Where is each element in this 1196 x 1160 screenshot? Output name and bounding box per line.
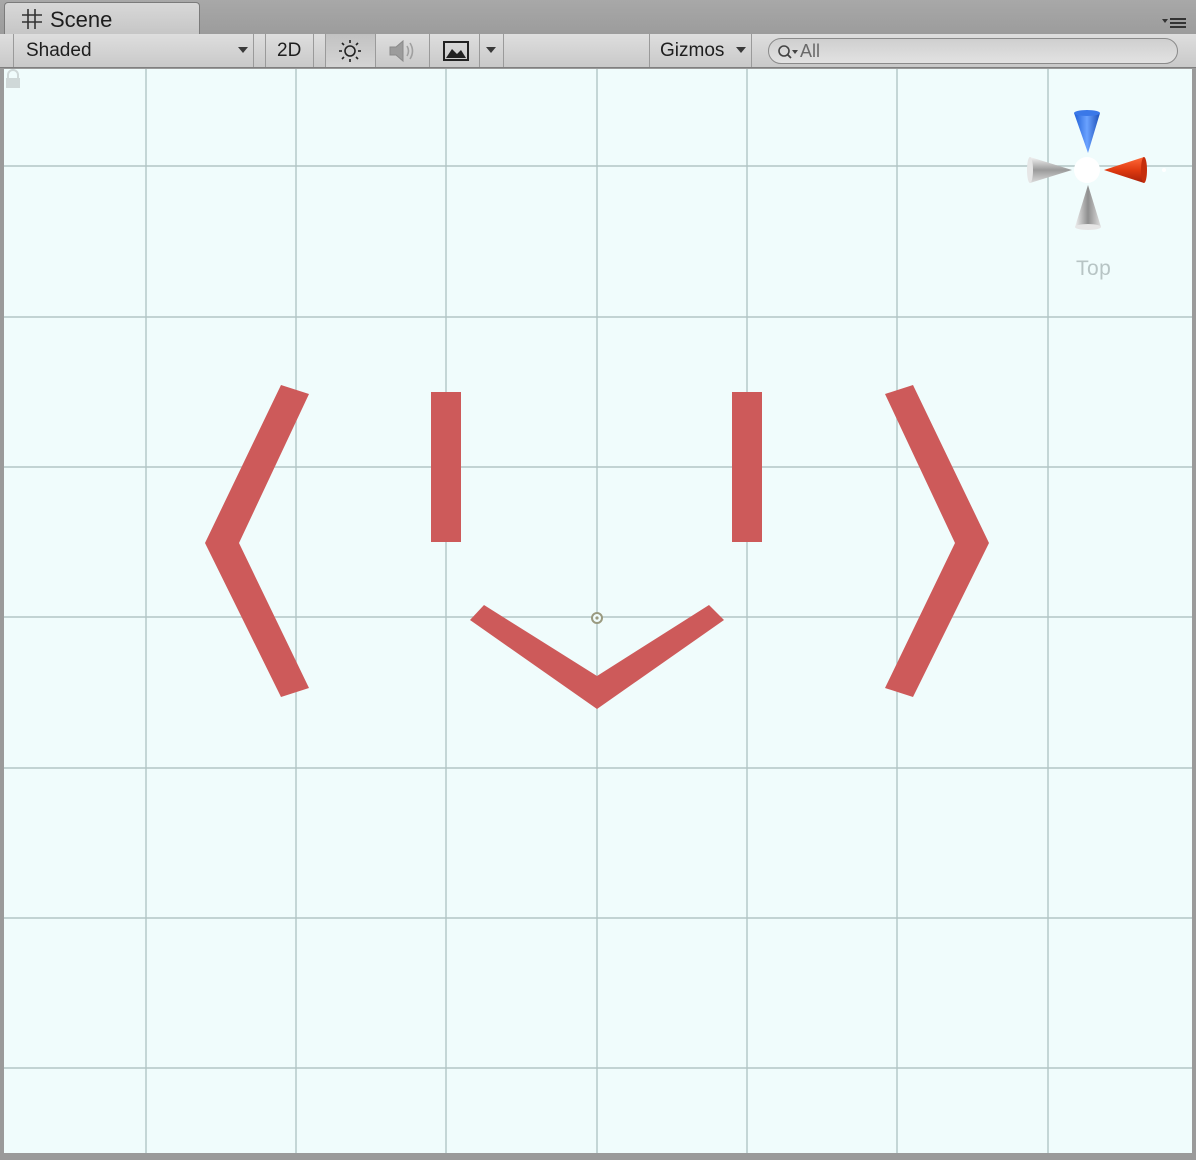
draw-mode-dropdown[interactable]: Shaded xyxy=(14,34,254,67)
right-eye-shape[interactable] xyxy=(732,392,762,542)
2d-label: 2D xyxy=(277,40,302,61)
chevron-down-icon xyxy=(736,47,746,53)
search-icon xyxy=(778,45,798,59)
pivot-icon xyxy=(591,612,603,624)
speaker-icon xyxy=(389,39,414,63)
view-orientation-label[interactable]: Top xyxy=(1076,257,1111,281)
scene-canvas xyxy=(4,69,1192,1153)
draw-mode-label: Shaded xyxy=(26,40,92,61)
gizmo-neg-x-cone[interactable] xyxy=(1030,157,1072,183)
audio-toggle-button[interactable] xyxy=(376,34,430,67)
scene-grid xyxy=(4,69,1192,1153)
tab-label: Scene xyxy=(50,7,113,32)
search-field[interactable] xyxy=(768,38,1178,64)
chevron-down-icon xyxy=(238,47,248,53)
scene-viewport[interactable]: Top xyxy=(4,69,1192,1153)
chevron-down-icon xyxy=(486,47,496,53)
lighting-toggle-button[interactable] xyxy=(326,34,376,67)
sun-icon xyxy=(339,40,361,62)
gizmo-y-axis-cone[interactable] xyxy=(1074,113,1100,153)
2d-toggle-button[interactable]: 2D xyxy=(266,34,314,67)
search-input[interactable] xyxy=(800,40,1160,62)
toolbar-spacer xyxy=(0,34,14,67)
effects-dropdown[interactable] xyxy=(480,34,504,67)
scene-window: Scene Shaded 2D Gizmos All Top xyxy=(0,0,1196,1160)
left-bracket-shape[interactable] xyxy=(205,385,309,697)
image-icon xyxy=(443,41,469,61)
gizmo-center-cube[interactable] xyxy=(1074,157,1100,183)
gizmo-neg-y-cone[interactable] xyxy=(1075,185,1101,227)
gizmos-label: Gizmos xyxy=(660,40,725,61)
right-bracket-shape[interactable] xyxy=(885,385,989,697)
toolbar-spacer xyxy=(254,34,266,67)
lock-icon[interactable] xyxy=(4,69,22,89)
toolbar-spacer xyxy=(314,34,326,67)
effects-toggle-button[interactable] xyxy=(430,34,480,67)
left-eye-shape[interactable] xyxy=(431,392,461,542)
scene-grid-icon xyxy=(22,9,42,29)
gizmos-dropdown[interactable]: Gizmos xyxy=(650,34,752,67)
gizmo-x-axis-cone[interactable] xyxy=(1104,157,1144,183)
tab-strip: Scene xyxy=(0,0,1196,34)
tab-scene[interactable]: Scene xyxy=(4,2,200,34)
scene-toolbar: Shaded 2D Gizmos All xyxy=(0,34,1196,68)
window-menu-icon[interactable] xyxy=(1162,14,1188,30)
toolbar-spacer xyxy=(504,34,650,67)
